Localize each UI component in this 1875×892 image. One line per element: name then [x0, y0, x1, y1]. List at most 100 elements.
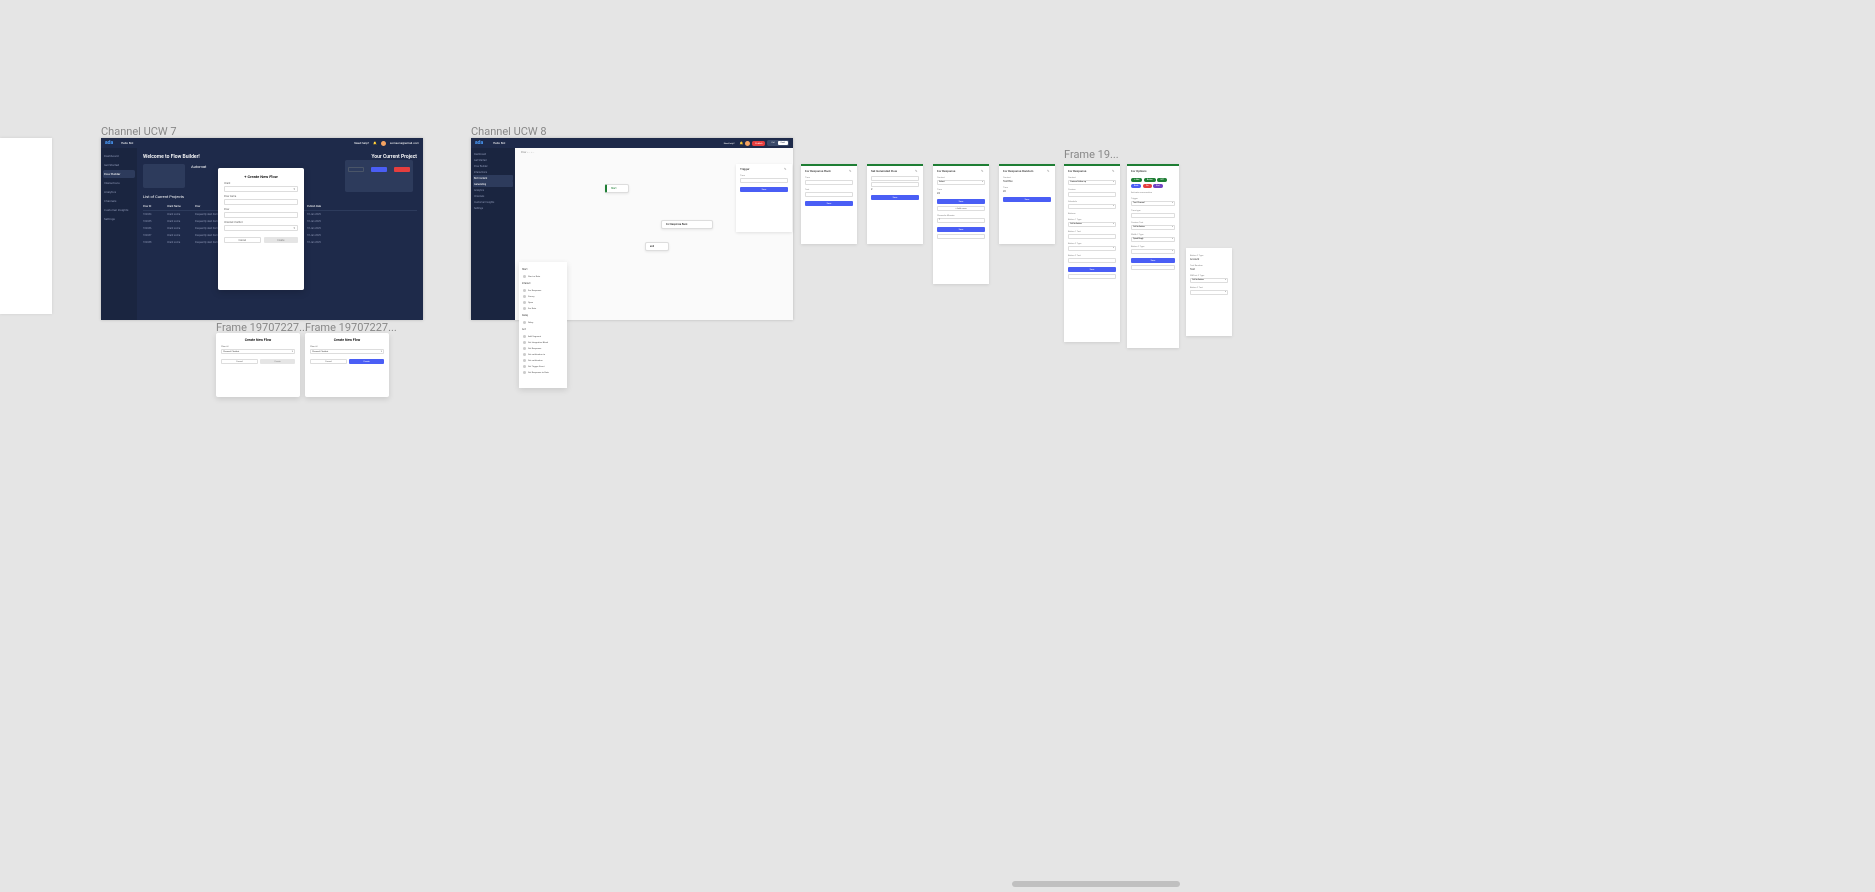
- panel-save-btn[interactable]: Save: [1003, 197, 1051, 202]
- th-client[interactable]: Client Name: [167, 205, 193, 208]
- card-create-btn-active[interactable]: Create: [349, 359, 384, 364]
- side-panel-4[interactable]: For Response Random✎ Content Text Box Ti…: [999, 164, 1055, 244]
- modal-create-btn[interactable]: Create: [264, 237, 299, 243]
- palette-item[interactable]: Start or Rate: [522, 273, 564, 279]
- palette-item[interactable]: Delay: [522, 319, 564, 325]
- node-response[interactable]: For Response Back: [661, 220, 713, 229]
- side-panel-1[interactable]: For Response Back✎ Time Text Save: [801, 164, 857, 244]
- node-start[interactable]: Start: [605, 184, 629, 193]
- tag[interactable]: End: [1153, 184, 1162, 188]
- bell-icon[interactable]: 🔔: [373, 141, 377, 145]
- panel-outline-btn[interactable]: + Add more: [937, 206, 985, 211]
- edit-icon[interactable]: ✎: [915, 169, 919, 173]
- project-outline-btn[interactable]: [348, 167, 364, 172]
- side-panel-7[interactable]: Button 2 Type Account Text Random Text W…: [1186, 248, 1232, 336]
- edit-icon[interactable]: ✎: [849, 169, 853, 173]
- card-cancel-btn[interactable]: Cancel: [310, 359, 347, 364]
- breadcrumb-tab[interactable]: Hello Bot: [493, 141, 505, 145]
- panel-save-btn[interactable]: Save: [740, 187, 788, 192]
- panel-cancel-btn[interactable]: [1131, 265, 1175, 270]
- design-canvas[interactable]: Channel UCW 7 Channel UCW 8 Frame 19... …: [0, 0, 1875, 892]
- panel-input[interactable]: [1068, 192, 1116, 197]
- mode-toggle[interactable]: Ctrl Draft: [767, 140, 789, 146]
- panel-select[interactable]: Select: [937, 180, 985, 185]
- panel-save-btn[interactable]: Save: [805, 201, 853, 206]
- card-create-btn-disabled[interactable]: Create: [260, 359, 295, 364]
- modal-channel-select[interactable]: [224, 225, 298, 231]
- panel-input[interactable]: [871, 182, 919, 187]
- panel-select[interactable]: [1068, 246, 1116, 251]
- card-client-select[interactable]: Channel Chatbot: [221, 349, 295, 354]
- need-help-link[interactable]: Need help?: [354, 141, 369, 145]
- project-delete-btn[interactable]: [394, 167, 410, 172]
- panel-outline-btn-2[interactable]: [937, 234, 985, 239]
- palette-item[interactable]: For Rate: [522, 305, 564, 311]
- panel-checkbox[interactable]: Activate conversation: [1131, 191, 1175, 194]
- edit-icon[interactable]: ✎: [1112, 169, 1116, 173]
- card-client-select[interactable]: Channel Chatbot: [310, 349, 384, 354]
- tag[interactable]: Back: [1131, 184, 1141, 188]
- panel-input[interactable]: [1068, 234, 1116, 239]
- sidebar-item[interactable]: Settings: [473, 205, 513, 211]
- sidebar-item-get-started[interactable]: Get Started: [103, 161, 135, 169]
- panel-select[interactable]: Call to Action: [1131, 225, 1175, 230]
- partial-frame-left[interactable]: [0, 138, 52, 314]
- need-help-link[interactable]: Need help?: [721, 141, 738, 146]
- modal-flowname-input[interactable]: [224, 199, 298, 205]
- panel-save-btn[interactable]: Save: [871, 195, 919, 200]
- bell-icon[interactable]: 🔔: [740, 141, 744, 145]
- sidebar-item-analytics[interactable]: Analytics: [103, 188, 135, 196]
- edit-icon[interactable]: ✎: [784, 167, 788, 171]
- panel-save-btn-2[interactable]: Save: [937, 227, 985, 232]
- side-panel-6[interactable]: For Options + Add Button GPT Back Go End…: [1127, 164, 1179, 348]
- panel-input[interactable]: [1068, 258, 1116, 263]
- create-flow-card-1[interactable]: Create New Flow Client # Channel Chatbot…: [216, 333, 300, 397]
- sidebar-item-interactions[interactable]: Interactions: [103, 179, 135, 187]
- side-panel-5[interactable]: For Response✎ Content Custom Follow up C…: [1064, 164, 1120, 342]
- create-flow-card-2[interactable]: Create New Flow Client # Channel Chatbot…: [305, 333, 389, 397]
- panel-checkbox-label[interactable]: Channels Allocate: [937, 214, 985, 217]
- project-primary-btn[interactable]: [371, 167, 387, 172]
- sidebar-item-insights[interactable]: Customer Insights: [103, 206, 135, 214]
- modal-cancel-btn[interactable]: Cancel: [224, 237, 261, 243]
- sidebar-item-flow-builder[interactable]: Flow Builder: [103, 170, 135, 178]
- th-flow-id[interactable]: Flow ID: [143, 205, 165, 208]
- panel-cancel-btn[interactable]: [1068, 274, 1116, 279]
- toggle-draft[interactable]: Draft: [778, 141, 788, 145]
- panel-input[interactable]: [805, 192, 853, 197]
- modal-flow-input[interactable]: [224, 212, 298, 218]
- panel-select[interactable]: Quick Reply: [1131, 237, 1175, 242]
- avatar[interactable]: [381, 141, 386, 146]
- palette-item[interactable]: Set Response to Rate: [522, 369, 564, 375]
- sidebar-item-dashboard[interactable]: Dashboard: [103, 152, 135, 160]
- panel-save-btn[interactable]: Save: [1131, 258, 1175, 263]
- card-cancel-btn[interactable]: Cancel: [221, 359, 258, 364]
- panel-save-btn[interactable]: Save: [1068, 267, 1116, 272]
- modal-client-select[interactable]: [224, 186, 298, 192]
- edit-icon[interactable]: ✎: [1047, 169, 1051, 173]
- side-panel-3[interactable]: For Response✎ Content Select Time 24 Sav…: [933, 164, 989, 284]
- tag[interactable]: Go: [1143, 184, 1152, 188]
- panel-select[interactable]: [1131, 249, 1175, 254]
- panel-input[interactable]: [1131, 213, 1175, 218]
- panel-input[interactable]: [871, 176, 919, 181]
- th-date[interactable]: Publish Date: [307, 205, 331, 208]
- sidebar-item-channels[interactable]: Channels: [103, 197, 135, 205]
- panel-select[interactable]: Text Channel: [1131, 201, 1175, 206]
- avatar[interactable]: [745, 141, 750, 146]
- publish-button[interactable]: Publish: [752, 141, 765, 146]
- panel-select[interactable]: [1190, 290, 1228, 295]
- panel-stepper[interactable]: 1: [937, 218, 985, 223]
- side-panel-2[interactable]: Set Generated Flow✎ 2 Save: [867, 164, 923, 244]
- panel-input[interactable]: [805, 180, 853, 185]
- horizontal-scrollbar-thumb[interactable]: [1012, 881, 1180, 887]
- panel-select[interactable]: Call to Action: [1190, 278, 1228, 283]
- panel-select[interactable]: Call to Action: [1068, 222, 1116, 227]
- side-panel-0[interactable]: Trigger✎ Time Save: [736, 164, 792, 232]
- sidebar-item-settings[interactable]: Settings: [103, 215, 135, 223]
- edit-icon[interactable]: ✎: [981, 169, 985, 173]
- panel-save-btn[interactable]: Save: [937, 199, 985, 204]
- node-end[interactable]: end: [645, 242, 669, 251]
- toggle-ctrl[interactable]: Ctrl: [768, 141, 777, 145]
- panel-input[interactable]: [740, 178, 788, 183]
